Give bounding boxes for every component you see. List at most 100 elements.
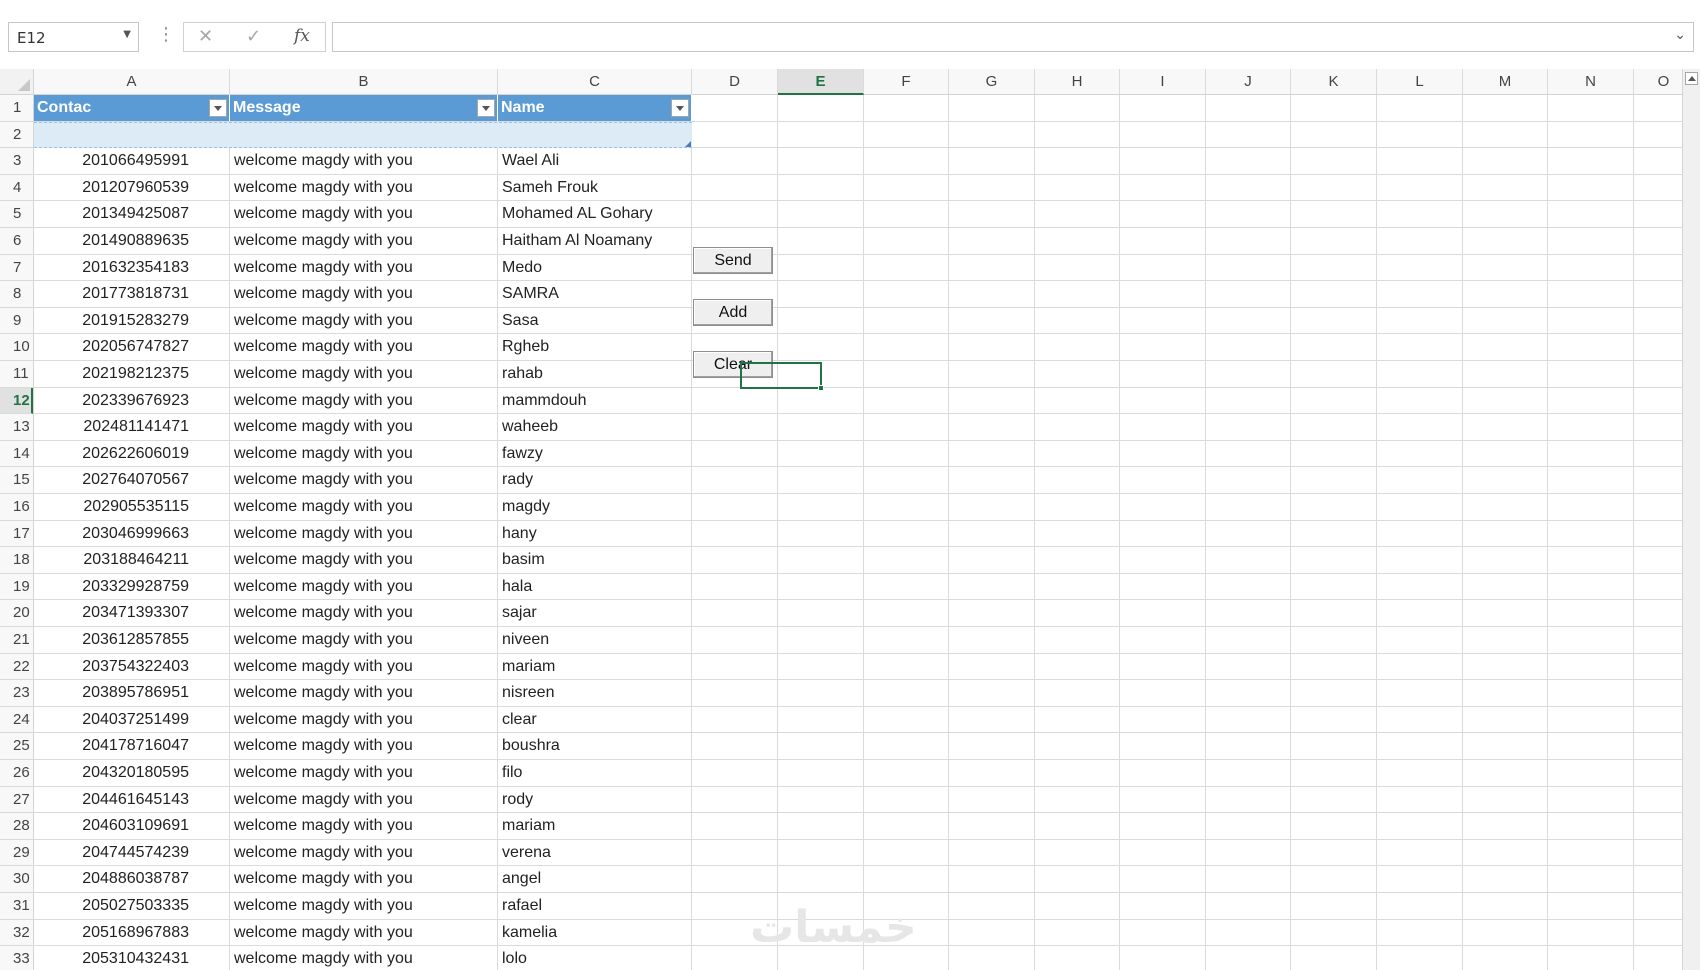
row-header-32[interactable]: 32 xyxy=(0,920,33,947)
row-header-25[interactable]: 25 xyxy=(0,733,33,760)
name-cell[interactable]: rafael xyxy=(498,893,692,920)
contact-cell[interactable]: 202056747827 xyxy=(34,334,230,361)
row-header-29[interactable]: 29 xyxy=(0,840,33,867)
row-header-15[interactable]: 15 xyxy=(0,467,33,494)
header-cell-contact[interactable]: Contac xyxy=(34,95,230,121)
name-cell[interactable]: Mohamed AL Gohary xyxy=(498,201,692,228)
column-header-a[interactable]: A xyxy=(34,69,230,95)
row-header-11[interactable]: 11 xyxy=(0,361,33,388)
name-cell[interactable]: Rgheb xyxy=(498,334,692,361)
row-header-10[interactable]: 10 xyxy=(0,334,33,361)
check-icon[interactable]: ✓ xyxy=(246,26,261,47)
send-button[interactable]: Send xyxy=(693,247,773,274)
message-cell[interactable]: welcome magdy with you xyxy=(230,281,498,308)
message-cell[interactable]: welcome magdy with you xyxy=(230,414,498,441)
name-cell[interactable]: fawzy xyxy=(498,441,692,468)
name-cell[interactable]: clear xyxy=(498,707,692,734)
message-cell[interactable]: welcome magdy with you xyxy=(230,494,498,521)
contact-cell[interactable]: 203188464211 xyxy=(34,547,230,574)
contact-cell[interactable]: 203046999663 xyxy=(34,521,230,548)
header-cell-message[interactable]: Message xyxy=(230,95,498,121)
fill-handle[interactable] xyxy=(818,385,824,391)
row-header-30[interactable]: 30 xyxy=(0,866,33,893)
insert-function-icon[interactable]: fx xyxy=(294,26,310,46)
message-cell[interactable]: welcome magdy with you xyxy=(230,866,498,893)
column-header-d[interactable]: D xyxy=(692,69,778,95)
row-header-33[interactable]: 33 xyxy=(0,946,33,970)
message-cell[interactable]: welcome magdy with you xyxy=(230,441,498,468)
column-header-e[interactable]: E xyxy=(778,69,864,95)
expand-formula-icon[interactable]: ⌄ xyxy=(1674,27,1686,43)
contact-cell[interactable]: 202198212375 xyxy=(34,361,230,388)
worksheet-grid[interactable]: ABCDEFGHIJKLMNO 1 2 3 4 5 6 7 8 9 10 11 12 13 14 15 16 1… xyxy=(0,69,1682,970)
name-cell[interactable]: nisreen xyxy=(498,680,692,707)
name-cell[interactable]: Haitham Al Noamany xyxy=(498,228,692,255)
column-header-j[interactable]: J xyxy=(1206,69,1291,95)
contact-cell[interactable]: 202622606019 xyxy=(34,441,230,468)
table-resize-handle[interactable] xyxy=(685,141,691,147)
active-cell-selection[interactable] xyxy=(740,362,822,389)
column-header-c[interactable]: C xyxy=(498,69,692,95)
message-cell[interactable]: welcome magdy with you xyxy=(230,760,498,787)
row-header-13[interactable]: 13 xyxy=(0,414,33,441)
message-cell[interactable]: welcome magdy with you xyxy=(230,813,498,840)
contact-cell[interactable]: 203612857855 xyxy=(34,627,230,654)
message-cell[interactable]: welcome magdy with you xyxy=(230,175,498,202)
message-cell[interactable]: welcome magdy with you xyxy=(230,946,498,970)
chevron-down-icon[interactable]: ▼ xyxy=(123,29,131,40)
contact-cell[interactable]: 205168967883 xyxy=(34,920,230,947)
message-cell[interactable]: welcome magdy with you xyxy=(230,361,498,388)
contact-cell[interactable]: 202905535115 xyxy=(34,494,230,521)
message-cell[interactable]: welcome magdy with you xyxy=(230,334,498,361)
message-cell[interactable]: welcome magdy with you xyxy=(230,308,498,335)
formula-input[interactable] xyxy=(332,22,1694,52)
filter-dropdown-icon[interactable] xyxy=(209,99,227,117)
name-cell[interactable]: magdy xyxy=(498,494,692,521)
contact-cell[interactable]: 201490889635 xyxy=(34,228,230,255)
row-header-17[interactable]: 17 xyxy=(0,521,33,548)
message-cell[interactable]: welcome magdy with you xyxy=(230,574,498,601)
filter-dropdown-icon[interactable] xyxy=(671,99,689,117)
message-cell[interactable]: welcome magdy with you xyxy=(230,228,498,255)
row-header-21[interactable]: 21 xyxy=(0,627,33,654)
row-header-9[interactable]: 9 xyxy=(0,308,33,335)
contact-cell[interactable]: 203754322403 xyxy=(34,654,230,681)
contact-cell[interactable]: 201066495991 xyxy=(34,148,230,175)
contact-cell[interactable]: 205027503335 xyxy=(34,893,230,920)
column-header-f[interactable]: F xyxy=(864,69,949,95)
header-cell-name[interactable]: Name xyxy=(498,95,692,121)
scroll-up-icon[interactable] xyxy=(1685,72,1698,85)
column-header-h[interactable]: H xyxy=(1035,69,1120,95)
message-cell[interactable]: welcome magdy with you xyxy=(230,388,498,415)
column-header-k[interactable]: K xyxy=(1291,69,1377,95)
row-header-20[interactable]: 20 xyxy=(0,600,33,627)
name-cell[interactable]: mariam xyxy=(498,654,692,681)
contact-cell[interactable]: 204320180595 xyxy=(34,760,230,787)
name-cell[interactable]: Sameh Frouk xyxy=(498,175,692,202)
contact-cell[interactable]: 203329928759 xyxy=(34,574,230,601)
name-box[interactable]: E12 ▼ xyxy=(8,22,139,52)
row-header-4[interactable]: 4 xyxy=(0,175,33,202)
contact-cell[interactable]: 204037251499 xyxy=(34,707,230,734)
contact-cell[interactable]: 203895786951 xyxy=(34,680,230,707)
row-header-19[interactable]: 19 xyxy=(0,574,33,601)
name-cell[interactable]: hany xyxy=(498,521,692,548)
message-cell[interactable]: welcome magdy with you xyxy=(230,707,498,734)
name-cell[interactable]: niveen xyxy=(498,627,692,654)
name-cell[interactable]: filo xyxy=(498,760,692,787)
add-button[interactable]: Add xyxy=(693,299,773,326)
name-cell[interactable]: Medo xyxy=(498,255,692,282)
row-header-26[interactable]: 26 xyxy=(0,760,33,787)
contact-cell[interactable]: 201773818731 xyxy=(34,281,230,308)
row-header-5[interactable]: 5 xyxy=(0,201,33,228)
name-cell[interactable]: sajar xyxy=(498,600,692,627)
name-cell[interactable]: waheeb xyxy=(498,414,692,441)
contact-cell[interactable]: 201349425087 xyxy=(34,201,230,228)
cancel-icon[interactable]: ✕ xyxy=(198,26,213,47)
row-header-8[interactable]: 8 xyxy=(0,281,33,308)
more-options-icon[interactable]: ⋮ xyxy=(157,26,175,44)
message-cell[interactable]: welcome magdy with you xyxy=(230,148,498,175)
name-cell[interactable]: rahab xyxy=(498,361,692,388)
message-cell[interactable]: welcome magdy with you xyxy=(230,627,498,654)
message-cell[interactable]: welcome magdy with you xyxy=(230,547,498,574)
